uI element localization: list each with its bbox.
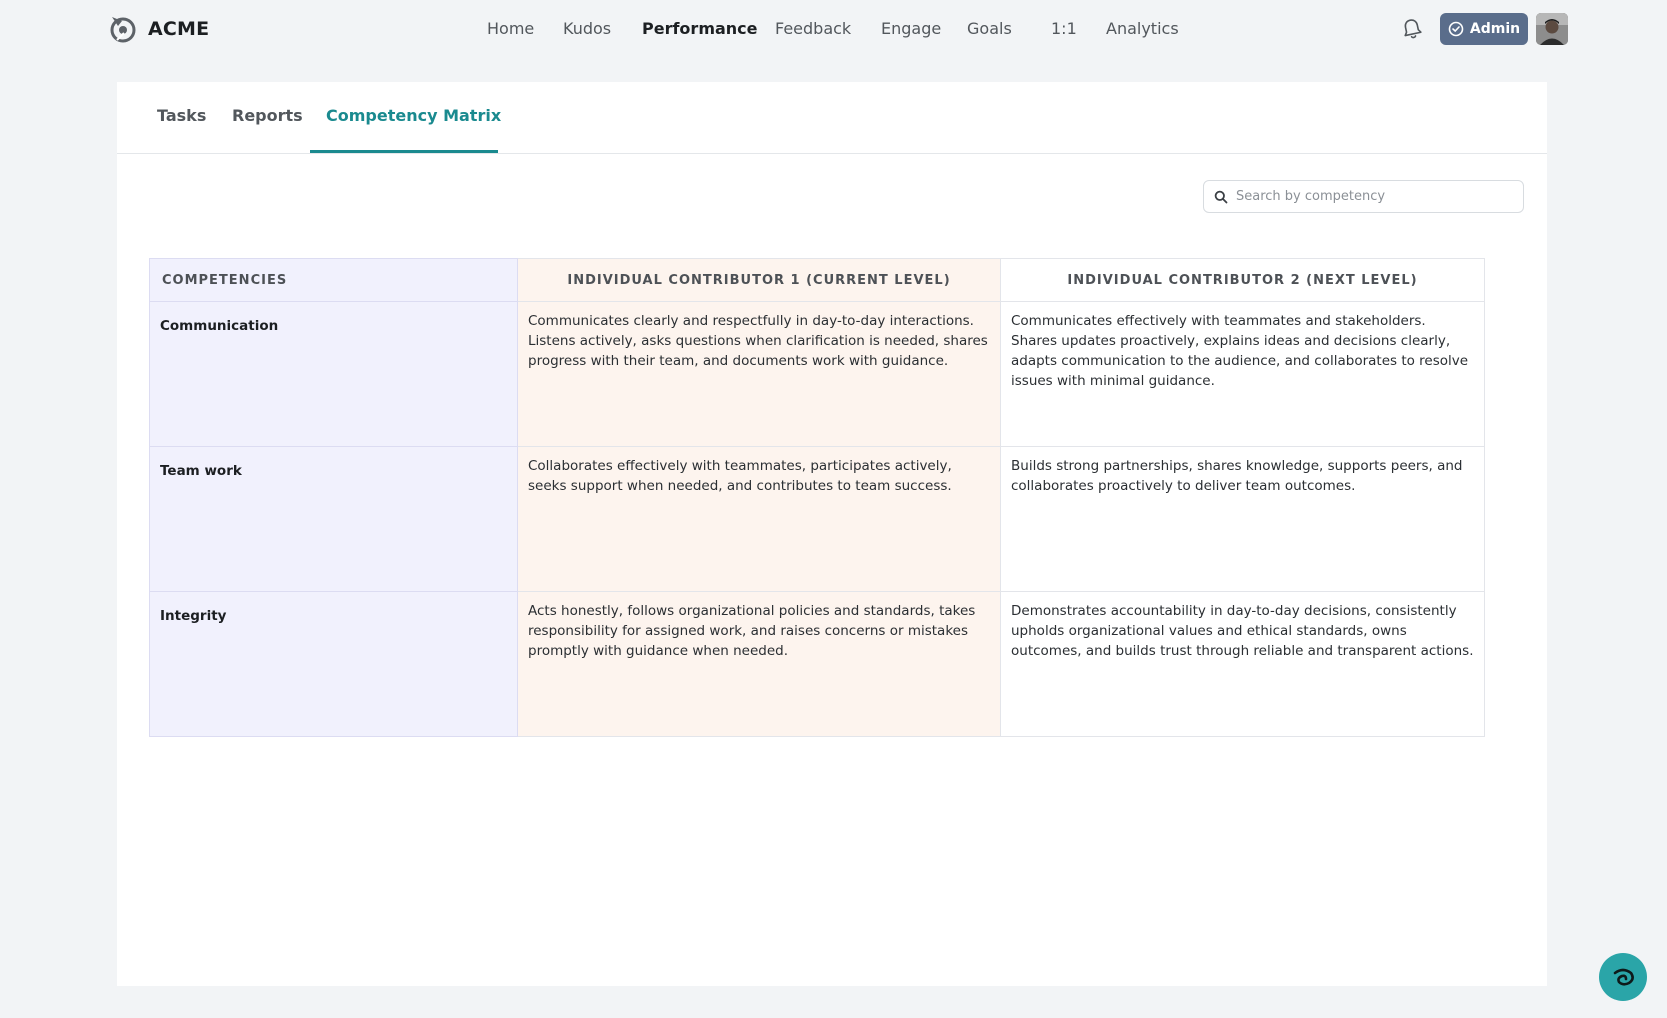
nav-item-performance[interactable]: Performance [642,17,758,41]
table-header-row: COMPETENCIES INDIVIDUAL CONTRIBUTOR 1 (C… [149,258,1485,302]
nav-item-one-on-one[interactable]: 1:1 [1051,17,1077,41]
header-next-level: INDIVIDUAL CONTRIBUTOR 2 (NEXT LEVEL) [1000,258,1485,302]
brand[interactable]: ACME [108,14,209,44]
competency-matrix-card: Tasks Reports Competency Matrix COMPETEN… [117,82,1547,986]
nav-item-engage[interactable]: Engage [881,17,941,41]
competency-name: Integrity [149,591,518,737]
admin-shield-icon [1448,21,1464,37]
acme-logo-icon [110,17,136,43]
nav-item-kudos[interactable]: Kudos [563,17,611,41]
competency-matrix-table: COMPETENCIES INDIVIDUAL CONTRIBUTOR 1 (C… [149,258,1485,737]
brand-name: ACME [148,18,210,40]
help-chat-button[interactable] [1599,953,1647,1001]
tab-bar: Tasks Reports Competency Matrix [117,82,1547,154]
user-photo-icon [1536,13,1568,45]
bell-icon[interactable] [1401,17,1423,41]
competency-name: Team work [149,446,518,592]
next-level-description: Communicates effectively with teammates … [1000,301,1485,447]
tab-reports[interactable]: Reports [232,106,303,125]
current-level-description: Acts honestly, follows organizational po… [517,591,1001,737]
tab-tasks[interactable]: Tasks [157,106,206,125]
admin-button[interactable]: Admin [1440,13,1528,45]
current-level-description: Collaborates effectively with teammates,… [517,446,1001,592]
header-competencies: COMPETENCIES [149,258,518,302]
search-box[interactable] [1203,180,1524,213]
next-level-description: Builds strong partnerships, shares knowl… [1000,446,1485,592]
nav-item-goals[interactable]: Goals [967,17,1012,41]
active-tab-indicator [310,150,498,153]
nav-item-feedback[interactable]: Feedback [775,17,851,41]
admin-button-label: Admin [1469,21,1521,37]
avatar[interactable] [1536,13,1568,45]
next-level-description: Demonstrates accountability in day-to-da… [1000,591,1485,737]
nav-item-analytics[interactable]: Analytics [1106,17,1179,41]
tab-competency-matrix[interactable]: Competency Matrix [326,106,501,125]
competency-name: Communication [149,301,518,447]
nav-item-home[interactable]: Home [487,17,534,41]
header-current-level: INDIVIDUAL CONTRIBUTOR 1 (CURRENT LEVEL) [517,258,1001,302]
search-input[interactable] [1236,189,1516,204]
help-chat-icon [1613,968,1634,986]
top-navigation-bar: ACME Home Kudos Performance Feedback Eng… [0,0,1667,58]
table-row: Communication Communicates clearly and r… [149,301,1485,447]
current-level-description: Communicates clearly and respectfully in… [517,301,1001,447]
table-row: Integrity Acts honestly, follows organiz… [149,591,1485,737]
search-icon [1214,190,1228,203]
table-row: Team work Collaborates effectively with … [149,446,1485,592]
